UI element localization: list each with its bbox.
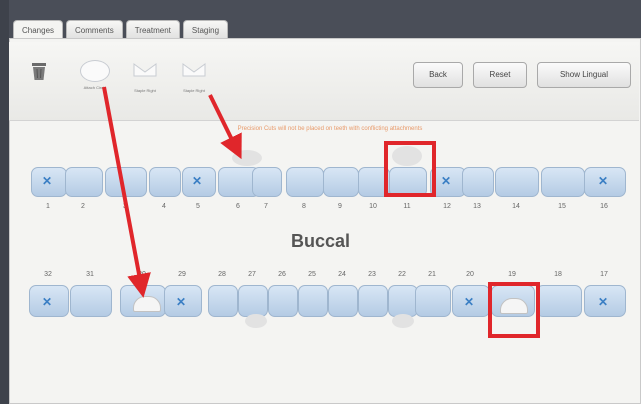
arrow-to-upper-tooth [208, 94, 242, 160]
annotation-arrows [102, 86, 242, 298]
arrow-to-lower-tooth [102, 86, 151, 298]
